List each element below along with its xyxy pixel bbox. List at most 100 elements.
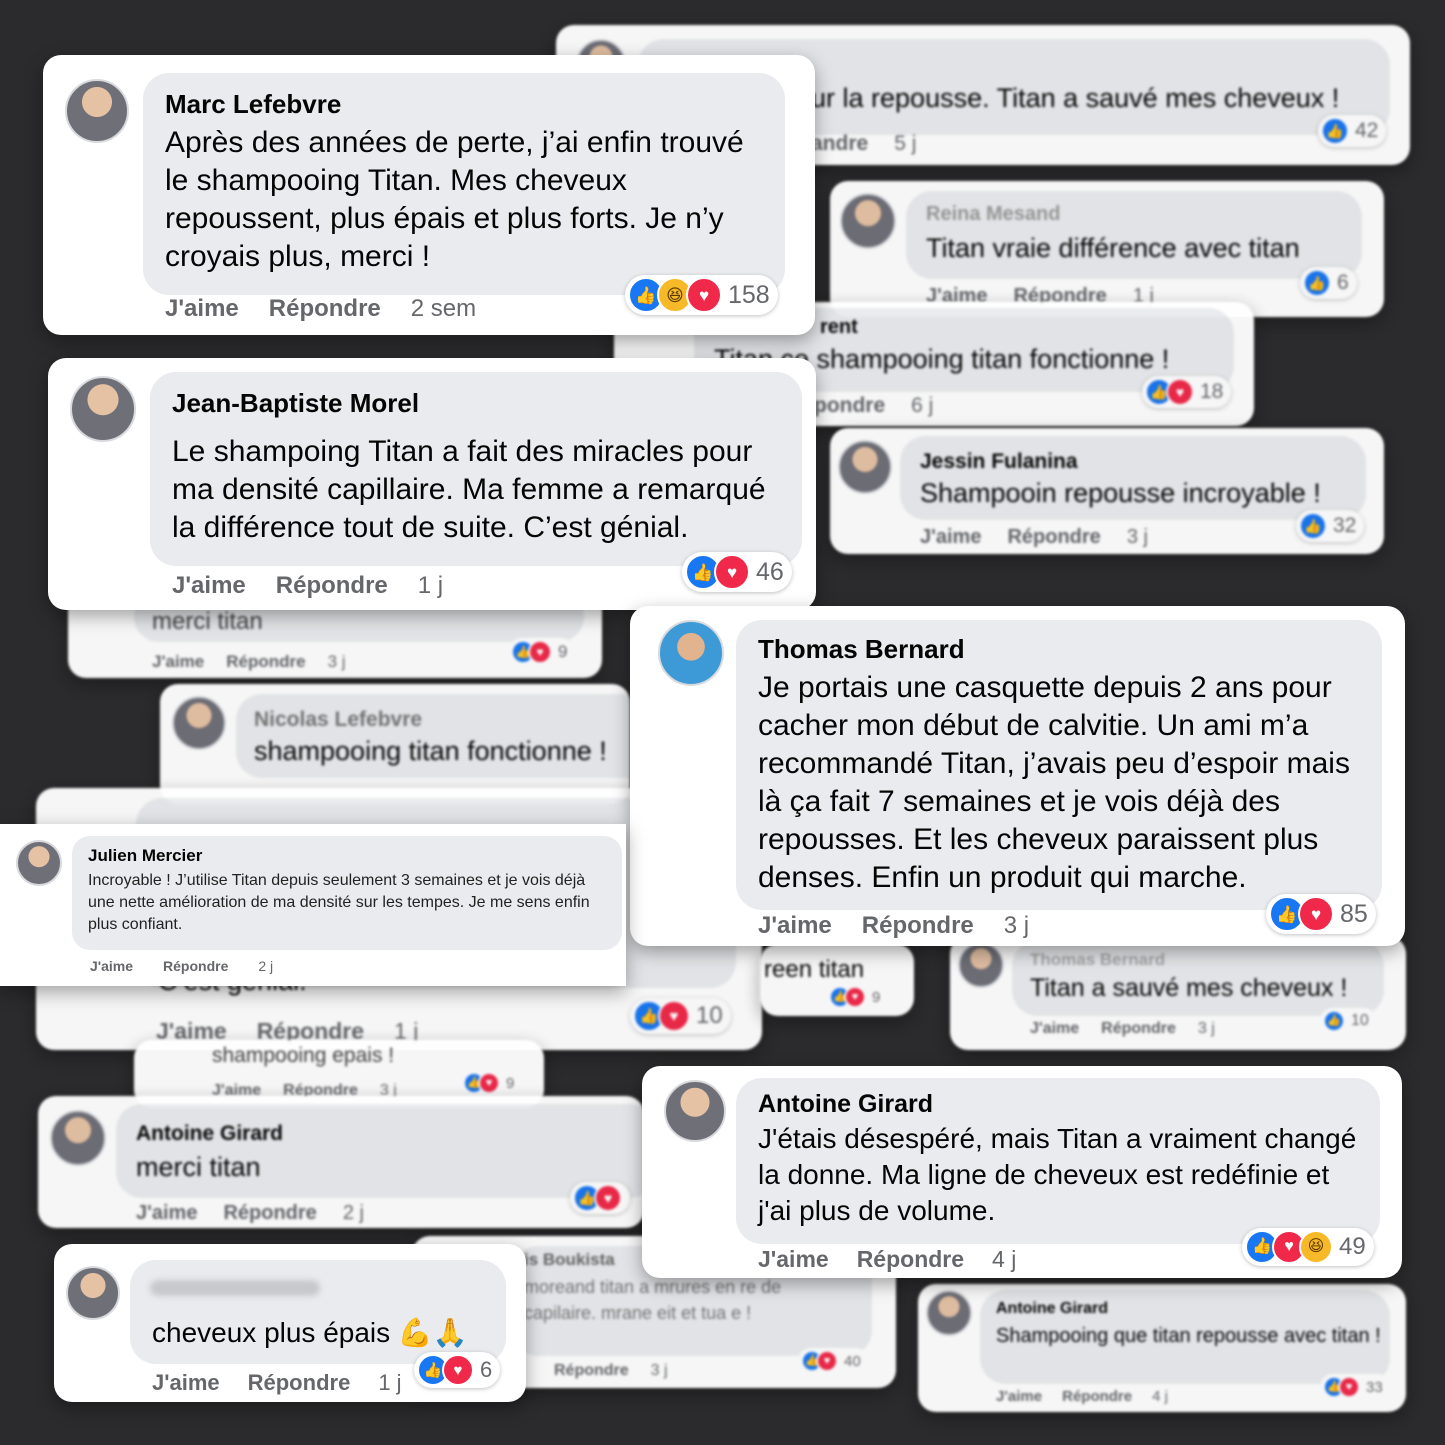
- timestamp: 3 j: [1003, 912, 1030, 939]
- comment-author[interactable]: Nicolas Lefebvre: [254, 708, 422, 732]
- comment-author[interactable]: rent: [820, 316, 858, 339]
- reaction-count: 10: [1351, 1012, 1369, 1029]
- comment-card-background: Antoine Girard Shampooing que titan repo…: [918, 1284, 1406, 1412]
- reply-link[interactable]: Répondre: [248, 1370, 351, 1396]
- comment-actions: pondre 6 j: [814, 394, 933, 418]
- avatar[interactable]: [65, 79, 129, 143]
- reply-link[interactable]: Répondre: [223, 1202, 316, 1225]
- comment-author[interactable]: Antoine Girard: [136, 1122, 283, 1146]
- reaction-summary[interactable]: 👍 ♥ 46: [682, 552, 792, 592]
- like-link[interactable]: J'aime: [152, 652, 204, 672]
- reaction-count: 49: [1339, 1233, 1366, 1260]
- avatar[interactable]: [16, 840, 62, 886]
- reply-link[interactable]: Répondre: [862, 912, 974, 940]
- comment-author[interactable]: Jessin Fulanina: [920, 450, 1078, 474]
- comment-author[interactable]: Antoine Girard: [996, 1300, 1108, 1318]
- timestamp: 3 j: [1197, 1020, 1215, 1037]
- like-link[interactable]: J'aime: [172, 572, 246, 600]
- like-link[interactable]: J'aime: [152, 1370, 220, 1396]
- thumbs-up-icon: 👍: [1321, 117, 1349, 145]
- comment-actions: J'aime Répondre 2 j: [136, 1202, 364, 1225]
- reaction-summary[interactable]: 👍 ♥ 9: [508, 638, 576, 666]
- comment-author[interactable]: Jean-Baptiste Morel: [172, 388, 780, 419]
- comment-text: Shampooin repousse incroyable !: [920, 478, 1321, 508]
- heart-icon: ♥: [1298, 896, 1334, 932]
- reply-link[interactable]: andre: [811, 132, 868, 156]
- comment-text: Titan vraie différence avec titan: [926, 233, 1300, 263]
- reply-link[interactable]: Répondre: [1062, 1388, 1132, 1405]
- comment-bubble: Antoine Girard J'étais désespéré, mais T…: [736, 1078, 1380, 1244]
- like-link[interactable]: J'aime: [136, 1202, 197, 1225]
- like-link[interactable]: J'aime: [165, 295, 239, 323]
- reaction-summary[interactable]: 👍 42: [1318, 115, 1387, 147]
- reaction-summary[interactable]: 👍 ♥ 9: [826, 984, 889, 1010]
- comment-author[interactable]: Antoine Girard: [758, 1090, 1358, 1119]
- timestamp: 2 sem: [410, 295, 477, 322]
- like-link[interactable]: J'aime: [758, 912, 832, 940]
- reaction-summary[interactable]: 👍 ♥: [570, 1182, 630, 1214]
- like-link[interactable]: J'aime: [996, 1388, 1042, 1405]
- reply-link[interactable]: Répondre: [269, 295, 381, 323]
- timestamp: 4 j: [1152, 1388, 1168, 1405]
- comment-author[interactable]: Julien Mercier: [88, 846, 606, 866]
- reaction-summary[interactable]: 👍 😆 ♥ 158: [625, 275, 778, 315]
- comment-card-marc-lefebvre: Marc Lefebvre Après des années de perte,…: [43, 55, 815, 335]
- avatar: [926, 1290, 972, 1336]
- timestamp: 6 j: [911, 394, 934, 417]
- comment-author[interactable]: Marc Lefebvre: [165, 89, 763, 120]
- reply-link[interactable]: Répondre: [1007, 526, 1100, 549]
- reply-link[interactable]: Répondre: [1101, 1020, 1176, 1038]
- comment-card-background: Reina Mesand Titan vraie différence avec…: [830, 181, 1384, 317]
- comment-text: moreand titan a mrures en re de capilair…: [524, 1277, 782, 1323]
- avatar: [840, 193, 896, 249]
- reply-link[interactable]: Répondre: [857, 1246, 964, 1273]
- reaction-summary[interactable]: 👍 ♥ 9: [460, 1070, 523, 1096]
- reaction-count: 32: [1333, 514, 1357, 537]
- like-link[interactable]: J'aime: [758, 1246, 829, 1273]
- reaction-summary[interactable]: 👍 10: [1320, 1008, 1377, 1034]
- reply-link[interactable]: Répondre: [276, 572, 388, 600]
- comment-bubble: Thomas Bernard Je portais une casquette …: [736, 620, 1382, 910]
- reaction-summary[interactable]: 👍 ♥ 85: [1266, 894, 1376, 934]
- reaction-count: 46: [756, 557, 784, 586]
- comment-author[interactable]: Thomas Bernard: [1030, 950, 1165, 970]
- like-link[interactable]: J'aime: [90, 958, 133, 974]
- timestamp: 3 j: [650, 1362, 668, 1379]
- timestamp: 4 j: [992, 1246, 1017, 1272]
- reaction-summary[interactable]: 👍 ♥ 😆 49: [1242, 1228, 1374, 1266]
- comment-actions: andre 5 j: [811, 132, 916, 156]
- reply-link[interactable]: Répondre: [163, 958, 228, 974]
- comment-author[interactable]: Thomas Bernard: [758, 634, 1360, 665]
- reaction-summary[interactable]: 👍 ♥ 33: [1320, 1374, 1391, 1400]
- comment-text: J'étais désespéré, mais Titan a vraiment…: [758, 1123, 1357, 1226]
- heart-icon: ♥: [658, 1000, 690, 1032]
- reaction-summary[interactable]: 👍 ♥ 40: [798, 1348, 869, 1374]
- like-link[interactable]: J'aime: [920, 526, 981, 549]
- comment-bubble: [116, 1104, 644, 1198]
- avatar[interactable]: [658, 620, 724, 686]
- comment-text: merci titan: [136, 1152, 261, 1182]
- reply-link[interactable]: pondre: [814, 394, 885, 418]
- comment-bubble: Marc Lefebvre Après des années de perte,…: [143, 73, 785, 295]
- comment-author[interactable]: is Boukista: [524, 1250, 615, 1270]
- reaction-summary[interactable]: 👍 6: [1300, 267, 1357, 299]
- reaction-summary[interactable]: 👍 ♥ 6: [414, 1352, 501, 1388]
- comment-author[interactable]: Reina Mesand: [926, 203, 1060, 226]
- comment-card-julien-mercier: Julien Mercier Incroyable ! J’utilise Ti…: [0, 824, 626, 986]
- heart-icon: ♥: [478, 1072, 500, 1094]
- timestamp: 2 j: [258, 958, 274, 974]
- comment-bubble: Julien Mercier Incroyable ! J’utilise Ti…: [72, 836, 622, 950]
- reaction-summary[interactable]: 👍 32: [1296, 510, 1365, 542]
- avatar: [838, 440, 892, 494]
- avatar[interactable]: [66, 1266, 120, 1320]
- heart-icon: ♥: [1338, 1376, 1360, 1398]
- avatar[interactable]: [70, 376, 136, 442]
- reaction-count: 158: [728, 280, 770, 309]
- avatar[interactable]: [664, 1080, 726, 1142]
- like-link[interactable]: J'aime: [1030, 1020, 1079, 1038]
- reaction-summary[interactable]: 👍 ♥ 10: [630, 998, 731, 1034]
- comment-actions: J'aime Répondre 2 j: [90, 958, 273, 974]
- reply-link[interactable]: Répondre: [226, 652, 305, 672]
- reaction-summary[interactable]: 👍 ♥ 18: [1142, 376, 1232, 408]
- reply-link[interactable]: Répondre: [554, 1362, 629, 1380]
